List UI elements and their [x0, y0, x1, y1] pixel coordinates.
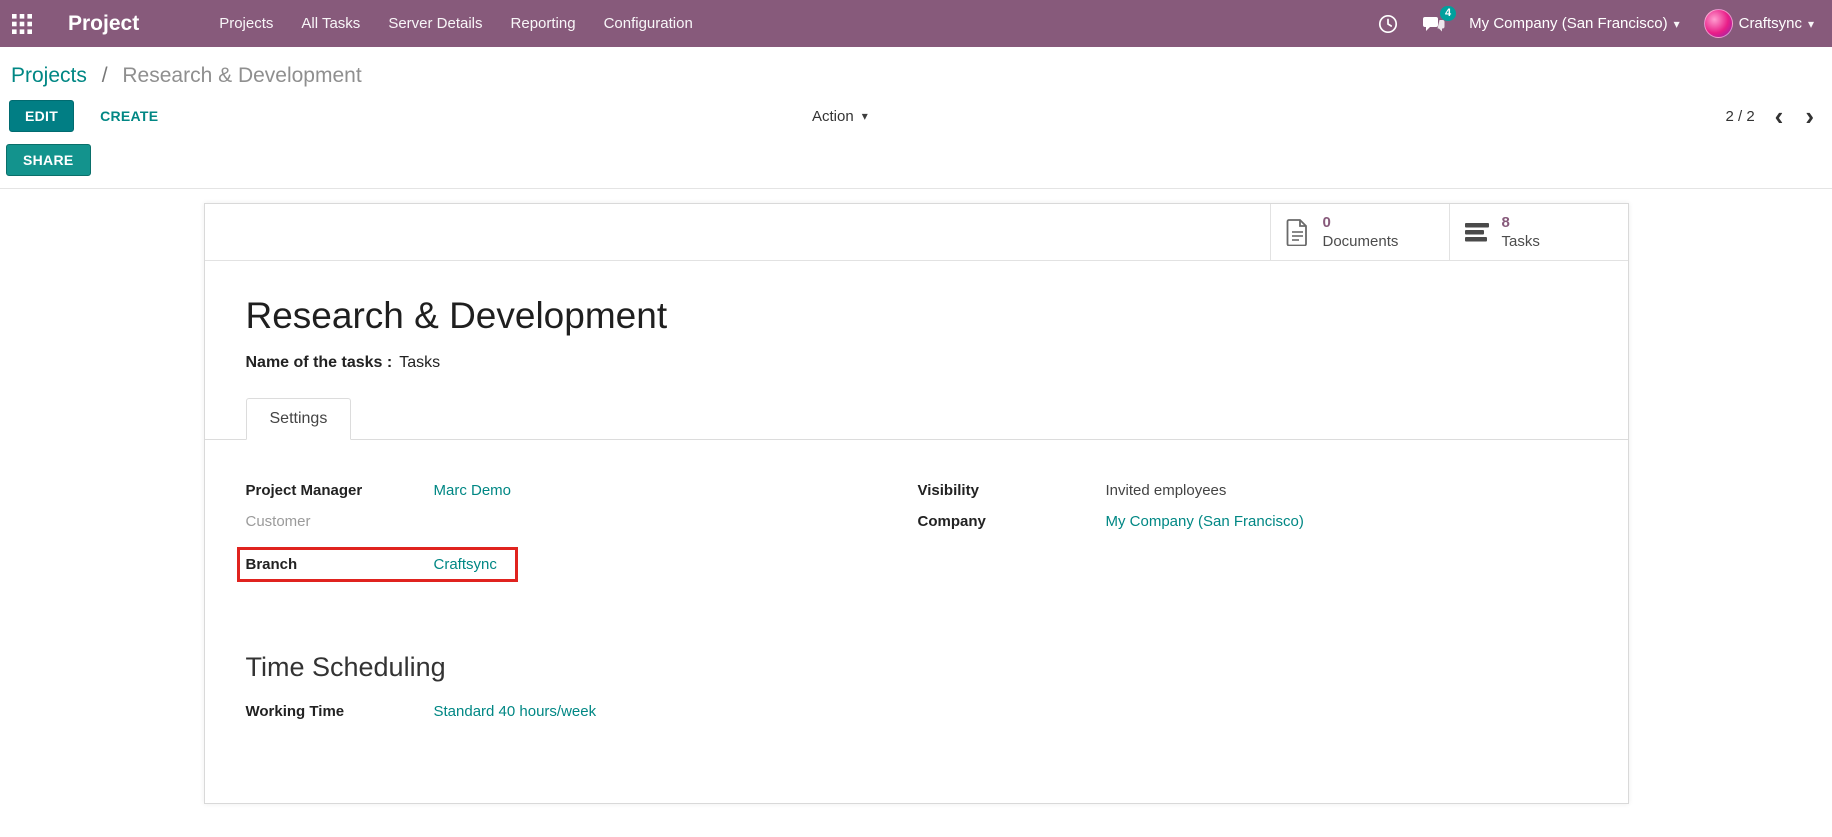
tasks-name-value: Tasks — [399, 354, 440, 371]
project-manager-value[interactable]: Marc Demo — [434, 482, 512, 499]
pager-next-icon[interactable]: › — [1803, 106, 1816, 126]
branch-label: Branch — [246, 556, 434, 573]
pager: 2 / 2 ‹ › — [1725, 106, 1816, 126]
user-avatar — [1704, 9, 1733, 38]
menu-item-projects[interactable]: Projects — [205, 15, 287, 32]
menu-item-all-tasks[interactable]: All Tasks — [287, 15, 374, 32]
tasks-label: Tasks — [1502, 232, 1540, 252]
field-company: Company My Company (San Francisco) — [918, 513, 1558, 544]
top-navbar: Project Projects All Tasks Server Detail… — [0, 0, 1832, 47]
app-title[interactable]: Project — [68, 12, 139, 36]
menu-item-server-details[interactable]: Server Details — [374, 15, 496, 32]
pager-previous-icon[interactable]: ‹ — [1773, 106, 1786, 126]
edit-button[interactable]: EDIT — [9, 100, 74, 132]
breadcrumb-current: Research & Development — [122, 64, 361, 87]
menu-item-reporting[interactable]: Reporting — [497, 15, 590, 32]
field-working-time: Working Time Standard 40 hours/week — [246, 703, 1628, 720]
branch-value[interactable]: Craftsync — [434, 556, 497, 573]
company-value[interactable]: My Company (San Francisco) — [1106, 513, 1304, 530]
documents-label: Documents — [1323, 232, 1399, 252]
stat-button-box: 0 Documents 8 Tasks — [205, 204, 1628, 261]
project-manager-label: Project Manager — [246, 482, 434, 499]
time-scheduling-heading: Time Scheduling — [246, 652, 1628, 683]
menu-item-configuration[interactable]: Configuration — [590, 15, 707, 32]
tasks-name-row: Name of the tasks : Tasks — [246, 354, 1628, 372]
visibility-value: Invited employees — [1106, 482, 1227, 499]
company-switcher[interactable]: My Company (San Francisco) ▾ — [1469, 15, 1679, 32]
documents-stat-button[interactable]: 0 Documents — [1270, 204, 1449, 260]
pager-value: 2 / 2 — [1725, 108, 1754, 125]
document-icon — [1285, 219, 1312, 246]
branch-highlight-box: Branch Craftsync — [237, 547, 518, 582]
breadcrumb-projects-link[interactable]: Projects — [11, 64, 87, 87]
control-panel: EDIT CREATE Action ▾ 2 / 2 ‹ › SHARE — [0, 90, 1832, 189]
visibility-label: Visibility — [918, 482, 1106, 499]
activities-clock-icon[interactable] — [1378, 14, 1398, 34]
messages-chat-icon[interactable]: 4 — [1422, 14, 1445, 34]
project-form-sheet: 0 Documents 8 Tasks Research & Developme… — [204, 203, 1629, 804]
chevron-down-icon: ▾ — [1674, 17, 1680, 31]
tab-settings[interactable]: Settings — [246, 398, 352, 440]
chevron-down-icon: ▾ — [1808, 17, 1814, 31]
main-menu: Projects All Tasks Server Details Report… — [205, 15, 707, 32]
working-time-label: Working Time — [246, 703, 434, 720]
breadcrumb: Projects / Research & Development — [0, 47, 1832, 90]
field-customer: Customer — [246, 513, 918, 544]
share-button[interactable]: SHARE — [6, 144, 91, 176]
chevron-down-icon: ▾ — [862, 109, 868, 123]
working-time-value[interactable]: Standard 40 hours/week — [434, 703, 597, 720]
navbar-systray: 4 My Company (San Francisco) ▾ Craftsync… — [1378, 9, 1814, 38]
tasks-icon — [1464, 219, 1491, 246]
customer-label: Customer — [246, 513, 434, 530]
documents-count: 0 — [1323, 213, 1399, 233]
action-dropdown[interactable]: Action ▾ — [812, 108, 868, 125]
company-label: Company — [918, 513, 1106, 530]
settings-fields: Project Manager Marc Demo Customer Branc… — [246, 482, 1628, 582]
field-project-manager: Project Manager Marc Demo — [246, 482, 918, 513]
tasks-count: 8 — [1502, 213, 1540, 233]
create-button[interactable]: CREATE — [94, 107, 164, 125]
notebook-tabs: Settings — [205, 398, 1628, 440]
user-name: Craftsync — [1739, 15, 1802, 32]
messages-count-badge: 4 — [1440, 6, 1456, 21]
tasks-stat-button[interactable]: 8 Tasks — [1449, 204, 1628, 260]
field-visibility: Visibility Invited employees — [918, 482, 1558, 513]
user-menu[interactable]: Craftsync ▾ — [1704, 9, 1814, 38]
apps-grid-icon[interactable] — [12, 13, 34, 35]
project-title: Research & Development — [246, 295, 1628, 337]
tasks-name-label: Name of the tasks : — [246, 354, 393, 371]
breadcrumb-separator: / — [102, 64, 108, 87]
